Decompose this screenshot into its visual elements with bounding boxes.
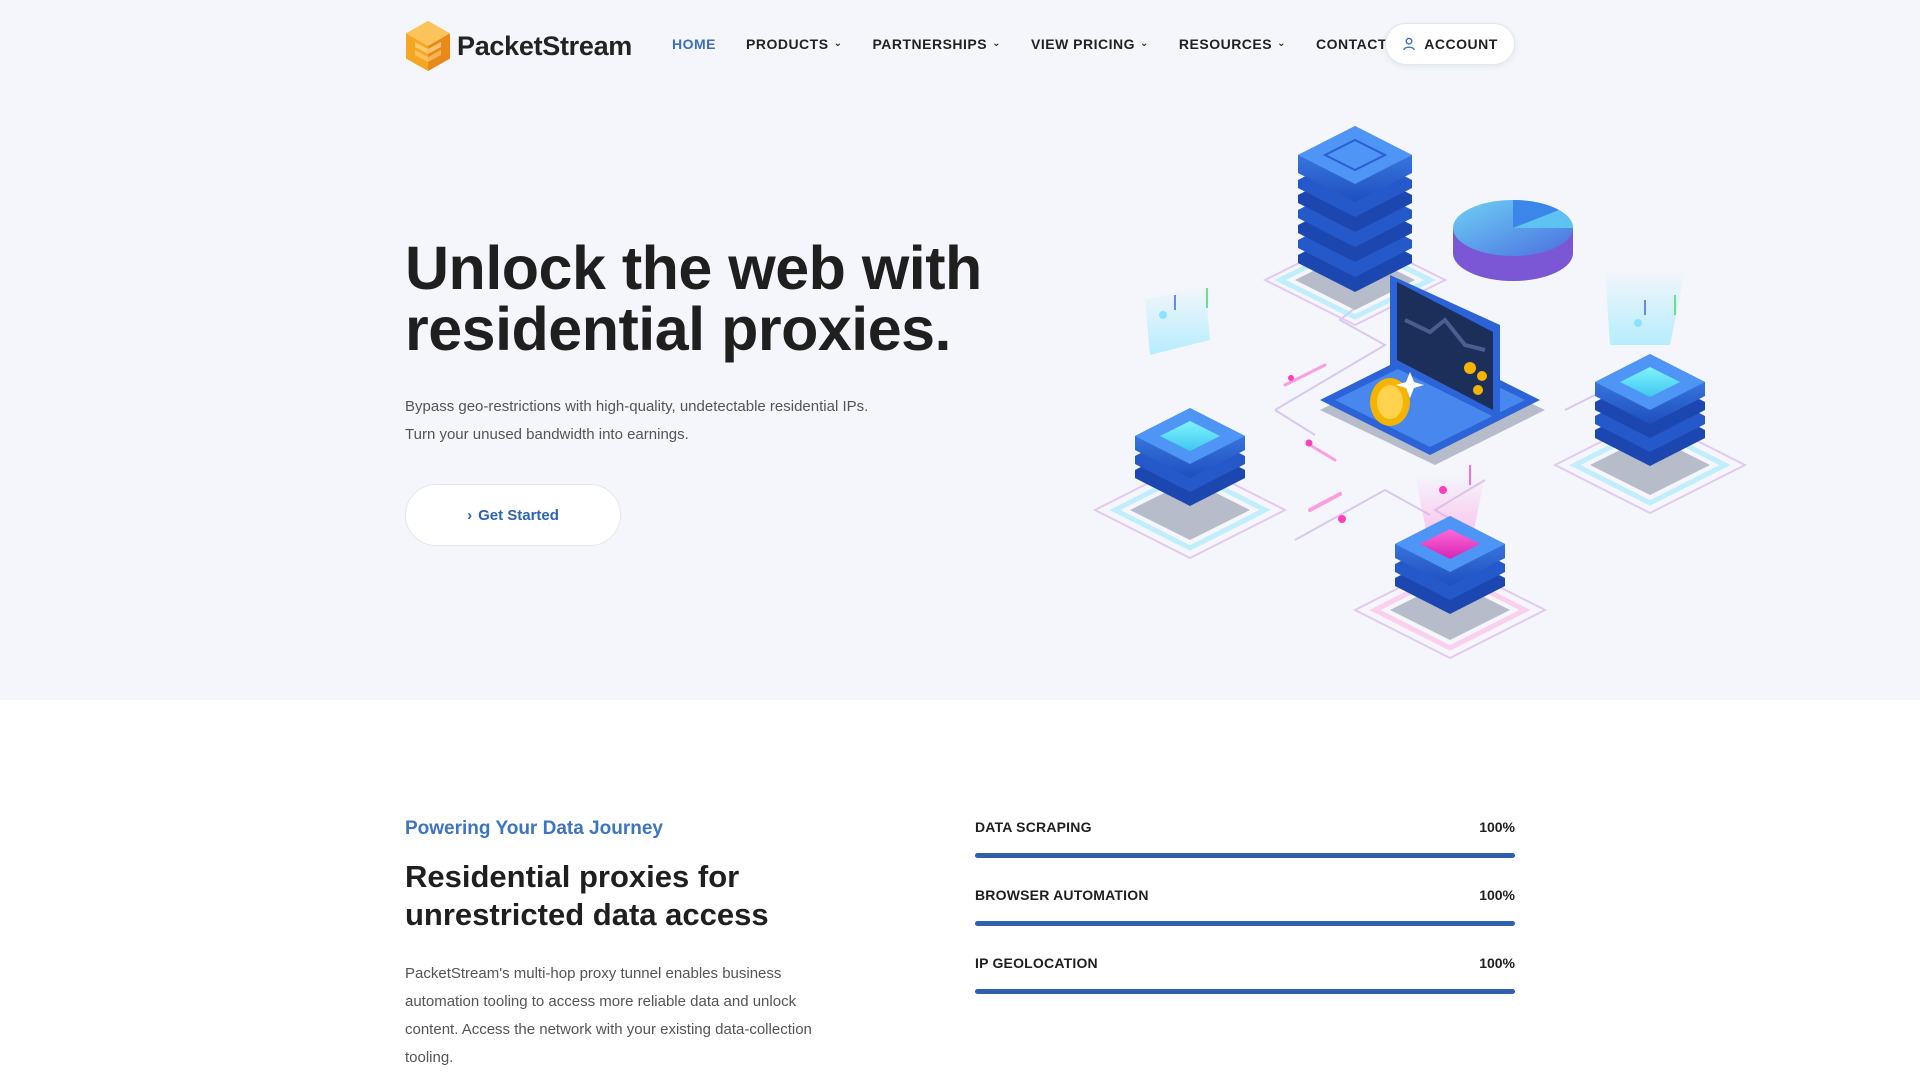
nav-contact-label: CONTACT (1315, 36, 1387, 52)
chevron-down-icon: ⌄ (833, 37, 843, 49)
server-stack-bottom (1352, 465, 1548, 660)
data-dot (1338, 515, 1346, 523)
capability-label: BROWSER AUTOMATION (975, 887, 1149, 903)
brand-name: PacketStream (457, 30, 633, 61)
progress-track (975, 853, 1515, 858)
brand-logo[interactable]: PacketStream (405, 20, 632, 72)
hero-subtitle-line: Bypass geo-restrictions with high-qualit… (405, 398, 869, 415)
capability-label: IP GEOLOCATION (975, 955, 1098, 971)
section-title: Residential proxies for unrestricted dat… (405, 859, 769, 932)
progress-fill (975, 989, 1515, 994)
capability-item: DATA SCRAPING 100% (975, 815, 1515, 883)
capability-item: BROWSER AUTOMATION 100% (975, 883, 1515, 951)
server-stack-left (1092, 285, 1288, 560)
progress-track (975, 989, 1515, 994)
nav-contact[interactable]: CONTACT (1316, 36, 1387, 52)
nav-view-pricing[interactable]: VIEW PRICING ⌄ (1031, 36, 1149, 52)
capability-label: DATA SCRAPING (975, 819, 1092, 835)
capability-item: IP GEOLOCATION 100% (975, 951, 1515, 1019)
get-started-button[interactable]: › Get Started (405, 484, 621, 546)
nav-resources[interactable]: RESOURCES ⌄ (1179, 36, 1286, 52)
hexagon-logo-icon (406, 21, 450, 71)
user-icon (1403, 37, 1416, 51)
data-streak (1308, 443, 1337, 462)
nav-home-label: HOME (672, 36, 716, 52)
chevron-down-icon: ⌄ (1140, 37, 1149, 49)
account-button[interactable]: ACCOUNT (1385, 23, 1515, 65)
nav-partnerships[interactable]: PARTNERSHIPS ⌄ (872, 36, 1001, 52)
capability-percent: 100% (1479, 819, 1515, 835)
nav-products[interactable]: PRODUCTS ⌄ (746, 36, 842, 52)
progress-track (975, 921, 1515, 926)
nav-partnerships-label: PARTNERSHIPS (872, 36, 988, 52)
chevron-down-icon: ⌄ (992, 37, 1001, 49)
hero-subtitle: Bypass geo-restrictions with high-qualit… (405, 393, 965, 449)
progress-fill (975, 921, 1515, 926)
nav-resources-label: RESOURCES (1178, 36, 1273, 52)
chevron-down-icon: ⌄ (1277, 37, 1286, 49)
capability-bars: DATA SCRAPING 100% BROWSER AUTOMATION 10… (975, 815, 1515, 1019)
hero-title: Unlock the web with residential proxies. (405, 234, 982, 363)
capability-percent: 100% (1479, 955, 1515, 971)
nav-view-pricing-label: VIEW PRICING (1031, 36, 1136, 52)
nav-home[interactable]: HOME (672, 36, 716, 52)
progress-fill (975, 853, 1515, 858)
chevron-right-icon: › (467, 506, 473, 524)
hero-subtitle-line: Turn your unused bandwidth into earnings… (405, 426, 689, 443)
account-label: ACCOUNT (1424, 36, 1498, 52)
server-stack-right (1552, 270, 1748, 515)
nav-products-label: PRODUCTS (746, 36, 829, 52)
top-navigation: PacketStream HOME PRODUCTS ⌄ PARTNERSHIP… (405, 18, 1515, 72)
data-streak (1308, 492, 1342, 512)
network-illustration (1092, 126, 1748, 660)
get-started-label: Get Started (478, 506, 559, 524)
capability-percent: 100% (1479, 887, 1515, 903)
section-body: PacketStream's multi-hop proxy tunnel en… (405, 965, 812, 1066)
data-dot (1288, 375, 1294, 381)
section-eyebrow: Powering Your Data Journey (405, 818, 663, 839)
hero-section: PacketStream HOME PRODUCTS ⌄ PARTNERSHIP… (0, 0, 1920, 700)
pie-chart-graphic (1453, 200, 1573, 281)
main-menu: HOME PRODUCTS ⌄ PARTNERSHIPS ⌄ VIEW PRIC… (672, 18, 1417, 70)
data-dot (1305, 439, 1313, 447)
